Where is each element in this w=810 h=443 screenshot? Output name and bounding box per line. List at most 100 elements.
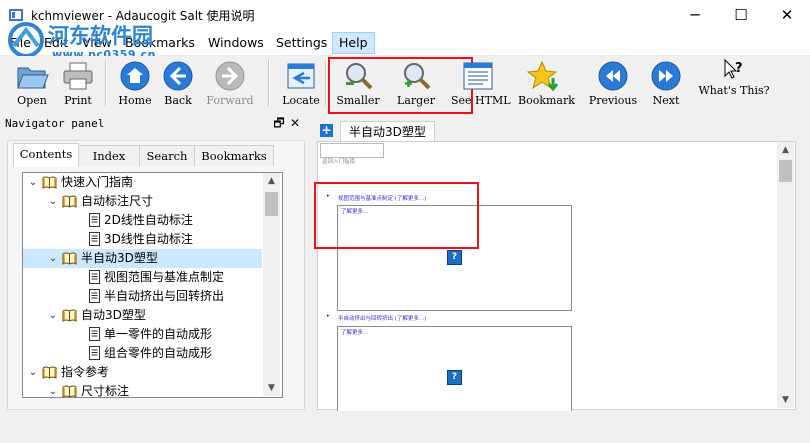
tab-bookmarks[interactable]: Bookmarks xyxy=(194,145,274,166)
chevron-down-icon[interactable]: ⌄ xyxy=(47,249,59,268)
contents-tree: ⌄ 快速入门指南 ⌄ 自动标注尺寸 2D线性自动标注 3D线性自动标注 ⌄ 半自动3D塑型 视图… xyxy=(22,172,283,398)
float-panel-icon[interactable]: 🗗 xyxy=(272,116,286,130)
new-tab-icon[interactable]: + xyxy=(320,124,333,137)
scroll-up-icon[interactable]: ▲ xyxy=(263,173,280,189)
tree-item[interactable]: 视图范围与基准点制定 xyxy=(23,268,263,287)
scroll-down-icon[interactable]: ▼ xyxy=(263,380,280,396)
tree-item[interactable]: ⌄ 自动标注尺寸 xyxy=(23,192,263,211)
book-icon xyxy=(42,176,57,189)
open-button[interactable]: Open xyxy=(6,60,58,110)
toolbar-separator xyxy=(268,60,270,106)
whats-this-label: What's This? xyxy=(698,84,770,97)
locate-button[interactable]: Locate xyxy=(275,60,327,110)
printer-icon xyxy=(63,62,93,90)
next-button[interactable]: Next xyxy=(640,60,692,110)
chevron-down-icon[interactable]: ⌄ xyxy=(27,363,39,382)
watermark-logo xyxy=(6,20,46,60)
forward-button[interactable]: Forward xyxy=(204,60,256,110)
page-icon xyxy=(89,232,100,246)
tree-item-label: 半自动3D塑型 xyxy=(81,251,158,265)
locate-label: Locate xyxy=(282,94,320,107)
tree-item[interactable]: 半自动挤出与回转挤出 xyxy=(23,287,263,306)
scroll-down-icon[interactable]: ▼ xyxy=(777,392,794,408)
menu-settings[interactable]: Settings xyxy=(270,33,333,53)
document-icon xyxy=(463,62,493,90)
content-scrollbar[interactable]: ▲ ▼ xyxy=(777,142,794,408)
tree-item[interactable]: ⌄ 快速入门指南 xyxy=(23,173,263,192)
larger-label: Larger xyxy=(397,94,435,107)
tab-search[interactable]: Search xyxy=(139,145,195,166)
toolbar-separator xyxy=(325,60,327,106)
tree-item[interactable]: ⌄ 自动3D塑型 xyxy=(23,306,263,325)
chevron-down-icon[interactable]: ⌄ xyxy=(47,382,59,397)
page-icon xyxy=(89,289,100,303)
arrow-left-icon xyxy=(163,61,193,91)
whats-this-button[interactable]: ? What's This? xyxy=(696,58,772,108)
locate-icon xyxy=(287,63,315,89)
tree-item-label: 自动3D塑型 xyxy=(81,308,146,322)
back-to-guide-link[interactable]: 返回入门指南 xyxy=(322,157,355,165)
tree-item[interactable]: ⌄ 尺寸标注 xyxy=(23,382,263,398)
whats-this-icon: ? xyxy=(724,58,743,79)
previous-button[interactable]: Previous xyxy=(585,60,641,110)
rewind-icon xyxy=(598,61,628,91)
chevron-down-icon[interactable]: ⌄ xyxy=(27,173,39,192)
tree-scroll-thumb[interactable] xyxy=(265,192,278,216)
forward-label: Forward xyxy=(206,94,254,107)
tree-item-label: 自动标注尺寸 xyxy=(81,194,154,208)
page-icon xyxy=(89,213,100,227)
help-icon[interactable]: ? xyxy=(447,370,462,385)
see-html-button[interactable]: See HTML xyxy=(451,60,511,110)
tree-item[interactable]: 单一零件的自动成形 xyxy=(23,325,263,344)
larger-button[interactable]: Larger xyxy=(390,60,442,110)
see-html-label: See HTML xyxy=(451,94,511,107)
zoom-out-icon xyxy=(346,63,373,90)
tree-item-label: 视图范围与基准点制定 xyxy=(104,270,225,284)
learn-more-link[interactable]: 了解更多... xyxy=(341,328,368,336)
arrow-right-icon xyxy=(215,61,245,91)
print-button[interactable]: Print xyxy=(52,60,104,110)
tab-contents[interactable]: Contents xyxy=(13,143,79,167)
page-header-box xyxy=(320,143,384,158)
menu-windows[interactable]: Windows xyxy=(202,33,270,53)
chevron-down-icon[interactable]: ⌄ xyxy=(47,306,59,325)
bookmark-button[interactable]: Bookmark xyxy=(518,60,575,110)
tree-item-label: 单一零件的自动成形 xyxy=(104,327,213,341)
next-label: Next xyxy=(652,94,680,107)
link-extrude[interactable]: 半自动挤出与回转挤出 (了解更多...) xyxy=(338,314,426,322)
open-label: Open xyxy=(17,94,47,107)
content-tab[interactable]: 半自动3D塑型 xyxy=(340,121,435,142)
tree-item[interactable]: 组合零件的自动成形 xyxy=(23,344,263,363)
minimize-button[interactable]: ─ xyxy=(672,0,718,31)
tree-item[interactable]: ⌄ 指令参考 xyxy=(23,363,263,382)
close-panel-icon[interactable]: ✕ xyxy=(288,116,302,130)
embedded-frame-2 xyxy=(337,326,572,411)
folder-open-icon xyxy=(17,67,49,89)
scroll-up-icon[interactable]: ▲ xyxy=(777,142,794,158)
tree-item-label: 尺寸标注 xyxy=(81,384,130,398)
chevron-down-icon[interactable]: ⌄ xyxy=(47,192,59,211)
back-label: Back xyxy=(164,94,192,107)
menu-help[interactable]: Help xyxy=(332,32,375,54)
maximize-button[interactable]: ☐ xyxy=(718,0,764,31)
tree-item-label: 3D线性自动标注 xyxy=(104,232,193,246)
content-scroll-thumb[interactable] xyxy=(779,160,792,182)
close-button[interactable]: ✕ xyxy=(764,0,810,31)
tree-item[interactable]: 2D线性自动标注 xyxy=(23,211,263,230)
tab-index[interactable]: Index xyxy=(78,145,140,166)
tree-item-label: 2D线性自动标注 xyxy=(104,213,193,227)
navigator-title: Navigator panel xyxy=(5,117,105,130)
tree-item[interactable]: ⌄ 半自动3D塑型 xyxy=(23,249,262,268)
book-icon xyxy=(62,385,77,397)
previous-label: Previous xyxy=(588,94,638,107)
tree-item[interactable]: 3D线性自动标注 xyxy=(23,230,263,249)
page-icon xyxy=(89,270,100,284)
book-icon xyxy=(62,309,77,322)
book-icon xyxy=(62,252,77,265)
tree-scrollbar[interactable]: ▲ ▼ xyxy=(263,173,280,396)
smaller-button[interactable]: Smaller xyxy=(332,60,384,110)
help-icon[interactable]: ? xyxy=(447,250,462,265)
page-icon xyxy=(89,327,100,341)
bookmark-label: Bookmark xyxy=(518,94,575,107)
back-button[interactable]: Back xyxy=(152,60,204,110)
